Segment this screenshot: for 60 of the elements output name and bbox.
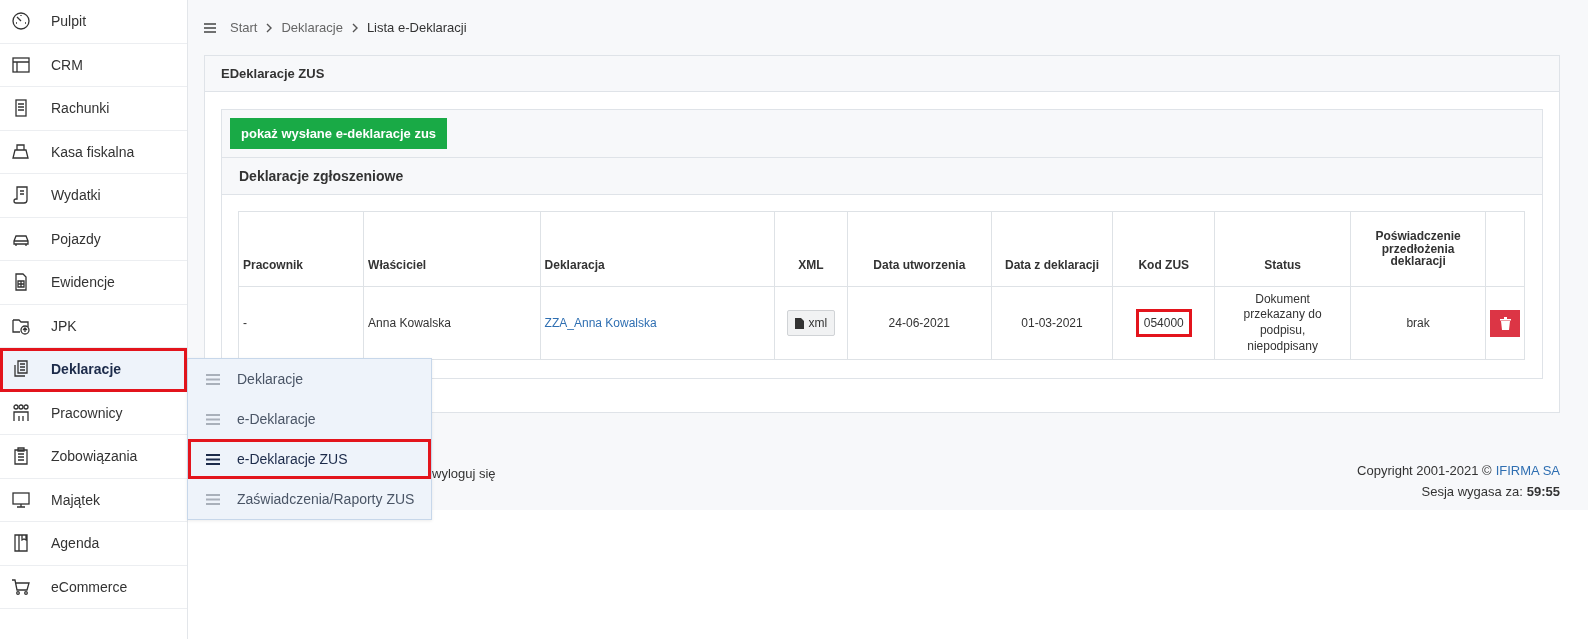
chevron-icon — [350, 22, 359, 33]
zus-code: 054000 — [1138, 312, 1189, 334]
menu-icon — [206, 413, 220, 425]
menu-icon — [204, 22, 216, 33]
session-label: Sesja wygasa za: — [1421, 484, 1523, 499]
sidebar-item[interactable]: Wydatki — [0, 174, 187, 218]
menu-icon — [206, 453, 220, 465]
table-cell: 01-03-2021 — [991, 286, 1113, 360]
sidebar-item[interactable]: Deklaracje — [0, 348, 187, 392]
chevron-icon — [265, 22, 274, 33]
file-icon — [794, 317, 804, 329]
status-text: Dokument przekazany do podpisu, niepodpisany — [1242, 291, 1323, 355]
column-header: Data z deklaracji — [991, 211, 1113, 287]
submenu-item[interactable]: Zaświadczenia/Raporty ZUS — [188, 479, 431, 519]
menu-icon — [206, 493, 220, 505]
column-header: Właściciel — [363, 211, 541, 287]
document-icon — [11, 185, 31, 206]
monitor-icon — [11, 489, 31, 510]
column-header: Pracownik — [238, 211, 364, 287]
cart-icon — [11, 576, 31, 597]
delete-button[interactable] — [1490, 309, 1520, 337]
column-header: Poświadczenie przedłożenia deklaracji — [1350, 211, 1486, 287]
submenu-item[interactable]: e-Deklaracje ZUS — [188, 439, 431, 479]
column-header: Deklaracja — [540, 211, 775, 287]
submenu-item[interactable]: e-Deklaracje — [188, 399, 431, 439]
column-header: Kod ZUS — [1113, 211, 1215, 287]
sidebar-item[interactable]: Agenda — [0, 522, 187, 566]
sidebar-item[interactable]: Pojazdy — [0, 217, 187, 261]
sidebar-item[interactable]: Kasa fiskalna — [0, 130, 187, 174]
company-link[interactable]: IFIRMA SA — [1495, 463, 1560, 478]
breadcrumb-link[interactable]: Start — [230, 20, 258, 35]
notebook-icon — [11, 533, 31, 554]
sidebar-item[interactable]: CRM — [0, 43, 187, 87]
session-timer: 59:55 — [1526, 484, 1560, 499]
xml-button[interactable]: xml — [786, 310, 836, 336]
sidebar-item[interactable]: Pulpit — [0, 0, 187, 44]
column-header: Status — [1214, 211, 1351, 287]
table-cell: brak — [1350, 286, 1486, 360]
column-header: Data utworzenia — [847, 211, 992, 287]
cash-register-icon — [11, 141, 31, 162]
clipboard-icon — [11, 446, 31, 467]
column-header: XML — [774, 211, 848, 287]
declaration-link[interactable]: ZZA_Anna Kowalska — [544, 316, 657, 330]
sidebar-item[interactable]: Ewidencje — [0, 261, 187, 305]
table-cell: 24-06-2021 — [847, 286, 992, 360]
logout-link[interactable]: wyloguj się — [432, 466, 496, 481]
gauge-icon — [11, 11, 31, 32]
breadcrumb-current: Lista e-Deklaracji — [366, 20, 467, 35]
sidebar-item[interactable]: Rachunki — [0, 87, 187, 131]
breadcrumb-link[interactable]: Deklaracje — [281, 20, 343, 35]
trash-icon — [1499, 316, 1511, 330]
menu-icon — [206, 373, 220, 385]
card-title: EDeklaracje ZUS — [205, 56, 1559, 92]
layout-icon — [11, 54, 31, 75]
submenu-item[interactable]: Deklaracje — [188, 359, 431, 399]
section-title: Deklaracje zgłoszeniowe — [222, 158, 1542, 195]
people-icon — [11, 402, 31, 423]
sidebar-item[interactable]: eCommerce — [0, 565, 187, 609]
copyright-text: Copyright 2001-2021 © — [1357, 463, 1492, 478]
documents-icon — [11, 359, 31, 380]
